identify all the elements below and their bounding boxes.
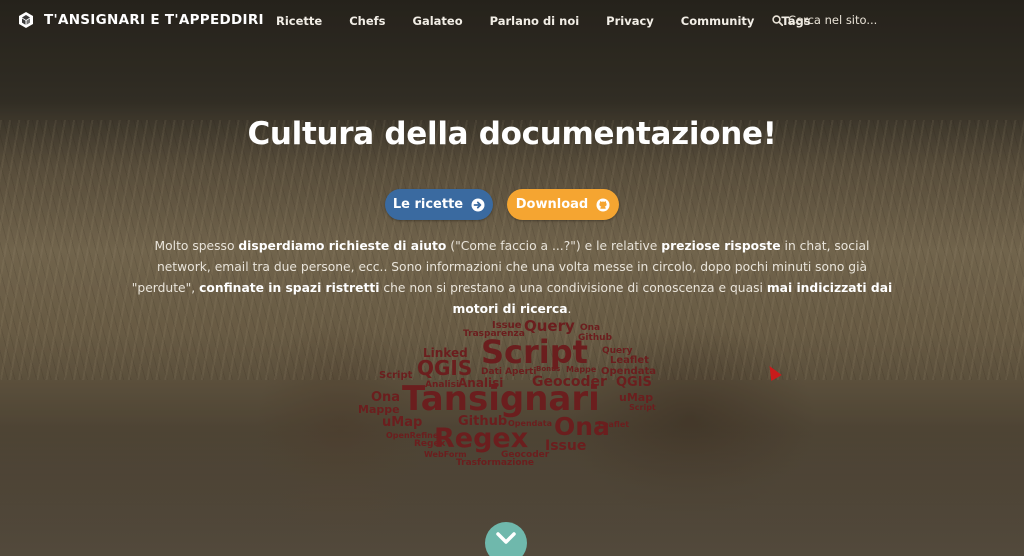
cloud-word: QGIS	[616, 375, 652, 390]
search-box	[772, 13, 898, 27]
menu-item-chefs[interactable]: Chefs	[349, 14, 385, 28]
navbar: T'ANSIGNARI E T'APPEDDIRI Ricette Chefs …	[0, 0, 1024, 44]
cloud-word: Mappe	[358, 403, 400, 416]
download-button[interactable]: Download	[507, 189, 619, 220]
cloud-word: Trasformazione	[456, 458, 535, 468]
brand-link[interactable]: T'ANSIGNARI E T'APPEDDIRI	[18, 11, 264, 29]
hero-title: Cultura della documentazione!	[247, 116, 777, 152]
cloud-word: Tansignari	[402, 379, 600, 419]
cloud-word: Bonus	[536, 365, 561, 373]
chevron-down-icon	[496, 532, 516, 544]
recipes-button[interactable]: Le ricette	[385, 189, 493, 220]
cloud-word: uMap	[382, 415, 423, 430]
cloud-word: uMap	[619, 391, 654, 404]
cloud-word: Opendata	[508, 419, 552, 428]
menu-item-parlano-di-noi[interactable]: Parlano di noi	[490, 14, 580, 28]
menu-item-privacy[interactable]: Privacy	[606, 14, 654, 28]
hero-paragraph: Molto spesso disperdiamo richieste di ai…	[130, 236, 894, 320]
main-menu: Ricette Chefs Galateo Parlano di noi Pri…	[276, 14, 838, 28]
cloud-word: Mappe	[566, 365, 597, 374]
cloud-word: Issue	[545, 438, 587, 454]
cloud-word: Query	[524, 317, 575, 335]
para-bold: confinate in spazi ristretti	[199, 281, 380, 295]
word-cloud: Issue Query Ona Trasparenza Github Linke…	[348, 318, 668, 468]
recipes-button-label: Le ricette	[392, 197, 464, 212]
cloud-word: Script	[481, 333, 588, 371]
para-text: .	[567, 302, 572, 316]
github-icon	[596, 198, 610, 211]
cube-icon	[19, 12, 33, 28]
para-bold: disperdiamo richieste di aiuto	[238, 239, 447, 253]
para-text: ("Come faccio a ...?") e le relative	[446, 239, 662, 253]
menu-item-ricette[interactable]: Ricette	[276, 14, 322, 28]
para-text: che non si prestano a una condivisione d…	[379, 281, 767, 295]
download-button-label: Download	[515, 197, 589, 212]
para-bold: preziose risposte	[661, 239, 781, 253]
arrow-right-circle-icon	[471, 198, 485, 211]
cloud-word: Ona	[580, 323, 601, 333]
para-text: Molto spesso	[154, 239, 239, 253]
brand-name: T'ANSIGNARI E T'APPEDDIRI	[44, 12, 264, 28]
cloud-word: Script	[629, 403, 656, 412]
cloud-word: Leaflet	[598, 420, 630, 429]
cloud-word: QGIS	[417, 356, 473, 380]
cloud-word: Leaflet	[610, 355, 649, 366]
cloud-word: Regex	[434, 423, 529, 454]
search-input[interactable]	[788, 13, 898, 27]
cloud-word: Regex	[414, 439, 446, 449]
menu-item-galateo[interactable]: Galateo	[413, 14, 463, 28]
search-icon	[772, 14, 783, 26]
menu-item-community[interactable]: Community	[681, 14, 755, 28]
scroll-down-button[interactable]	[485, 522, 527, 556]
hero-buttons: Le ricette Download	[385, 189, 619, 220]
